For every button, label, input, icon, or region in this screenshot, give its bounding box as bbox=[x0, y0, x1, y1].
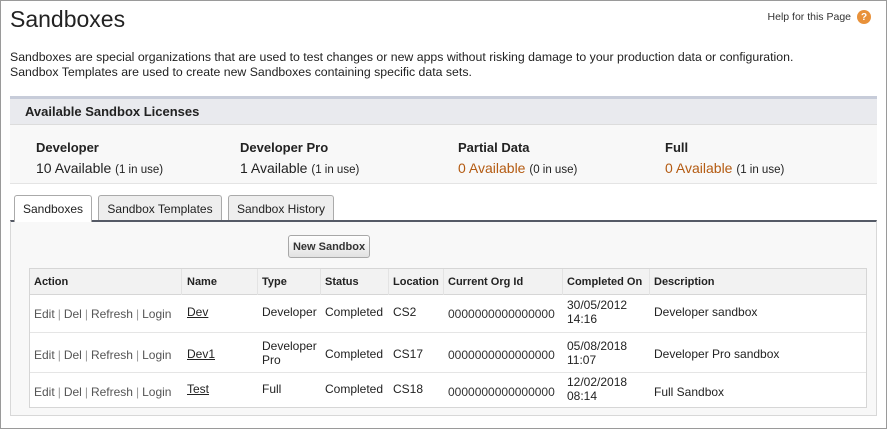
licenses-header: Available Sandbox Licenses bbox=[10, 99, 877, 125]
refresh-link[interactable]: Refresh bbox=[91, 348, 133, 362]
license-available-link[interactable]: 0 Available bbox=[665, 160, 732, 176]
intro-line-2: Sandbox Templates are used to create new… bbox=[10, 65, 472, 79]
column-header-action: Action bbox=[34, 276, 69, 288]
row-actions: Edit | Del | Refresh | Login bbox=[34, 307, 172, 321]
sandbox-location: CS18 bbox=[393, 382, 424, 396]
page-title: Sandboxes bbox=[10, 6, 126, 32]
sandbox-completed-on: 12/02/2018 08:14 bbox=[567, 375, 628, 403]
sandbox-name-link[interactable]: Dev bbox=[187, 305, 208, 319]
sandbox-description: Full Sandbox bbox=[654, 385, 725, 399]
sandbox-status: Completed bbox=[325, 347, 384, 361]
license-name: Partial Data bbox=[458, 140, 530, 155]
tab-sandboxes[interactable]: Sandboxes bbox=[14, 195, 92, 222]
license-available-link[interactable]: 0 Available bbox=[458, 160, 525, 176]
license-available-count: 1 Available bbox=[240, 160, 308, 176]
question-circle-icon[interactable]: ? bbox=[857, 10, 871, 24]
column-header-description: Description bbox=[654, 276, 715, 288]
sandbox-description: Developer Pro sandbox bbox=[654, 347, 780, 361]
table-header: Action Name Type Status Location Current… bbox=[30, 269, 866, 295]
login-link[interactable]: Login bbox=[142, 348, 171, 362]
sandbox-status: Completed bbox=[325, 305, 384, 319]
delete-link[interactable]: Del bbox=[64, 348, 82, 362]
license-availability: 0 Available (0 in use) bbox=[458, 160, 577, 176]
license-name: Developer Pro bbox=[240, 140, 329, 155]
new-sandbox-button[interactable]: New Sandbox bbox=[288, 235, 370, 258]
column-header-org-id: Current Org Id bbox=[448, 276, 524, 288]
sandbox-completed-on: 05/08/2018 11:07 bbox=[567, 339, 628, 367]
delete-link[interactable]: Del bbox=[64, 307, 82, 321]
license-name: Developer bbox=[36, 140, 99, 155]
sandbox-description: Developer sandbox bbox=[654, 305, 758, 319]
column-header-name: Name bbox=[187, 276, 217, 288]
license-name: Full bbox=[665, 140, 689, 155]
sandbox-licenses-panel: Available Sandbox Licenses Developer 10 … bbox=[10, 96, 877, 184]
sandbox-name-link[interactable]: Dev1 bbox=[187, 347, 215, 361]
license-availability: 10 Available (1 in use) bbox=[36, 160, 163, 176]
edit-link[interactable]: Edit bbox=[34, 307, 55, 321]
sandboxes-table: Action Name Type Status Location Current… bbox=[29, 268, 867, 408]
row-actions: Edit | Del | Refresh | Login bbox=[34, 385, 172, 399]
refresh-link[interactable]: Refresh bbox=[91, 307, 133, 321]
edit-link[interactable]: Edit bbox=[34, 385, 55, 399]
license-in-use: (1 in use) bbox=[115, 164, 164, 176]
row-actions: Edit | Del | Refresh | Login bbox=[34, 348, 172, 362]
sandbox-org-id: 0000000000000000 bbox=[448, 348, 555, 362]
sandboxes-tab-panel: New Sandbox Action Name Type Status Loca… bbox=[10, 220, 877, 416]
license-in-use: (1 in use) bbox=[311, 164, 360, 176]
delete-link[interactable]: Del bbox=[64, 385, 82, 399]
license-developer: Developer 10 Available (1 in use) bbox=[36, 140, 163, 176]
page-description: Sandboxes are special organizations that… bbox=[10, 50, 870, 80]
license-in-use: (0 in use) bbox=[529, 164, 578, 176]
help-label[interactable]: Help for this Page bbox=[768, 11, 851, 23]
license-developer-pro: Developer Pro 1 Available (1 in use) bbox=[240, 140, 359, 176]
sandbox-location: CS2 bbox=[393, 305, 417, 319]
column-header-status: Status bbox=[325, 276, 359, 288]
column-header-completed-on: Completed On bbox=[567, 276, 643, 288]
sandbox-org-id: 0000000000000000 bbox=[448, 385, 555, 399]
license-available-count: 10 Available bbox=[36, 160, 112, 176]
tab-sandbox-templates[interactable]: Sandbox Templates bbox=[98, 195, 222, 221]
table-row: Edit | Del | Refresh | Login Test Full Complet… bbox=[30, 373, 866, 408]
tab-sandbox-history[interactable]: Sandbox History bbox=[228, 195, 334, 221]
sandbox-location: CS17 bbox=[393, 347, 424, 361]
table-row: Edit | Del | Refresh | Login Dev1 Developer Pro… bbox=[30, 333, 866, 373]
sandbox-type: Developer bbox=[262, 305, 317, 319]
sandbox-type: Developer Pro bbox=[262, 339, 317, 367]
license-partial-data: Partial Data 0 Available (0 in use) bbox=[458, 140, 577, 176]
license-availability: 1 Available (1 in use) bbox=[240, 160, 359, 176]
sandbox-status: Completed bbox=[325, 382, 384, 396]
help-link[interactable]: Help for this Page ? bbox=[768, 10, 871, 24]
license-in-use: (1 in use) bbox=[736, 164, 785, 176]
login-link[interactable]: Login bbox=[142, 307, 171, 321]
column-header-type: Type bbox=[262, 276, 287, 288]
intro-line-1: Sandboxes are special organizations that… bbox=[10, 50, 794, 64]
login-link[interactable]: Login bbox=[142, 385, 171, 399]
license-full: Full 0 Available (1 in use) bbox=[665, 140, 784, 176]
license-availability: 0 Available (1 in use) bbox=[665, 160, 784, 176]
sandbox-name-link[interactable]: Test bbox=[187, 382, 209, 396]
edit-link[interactable]: Edit bbox=[34, 348, 55, 362]
sandbox-org-id: 0000000000000000 bbox=[448, 307, 555, 321]
table-row: Edit | Del | Refresh | Login Dev Developer Com… bbox=[30, 295, 866, 333]
sandbox-completed-on: 30/05/2012 14:16 bbox=[567, 298, 628, 326]
refresh-link[interactable]: Refresh bbox=[91, 385, 133, 399]
sandbox-type: Full bbox=[262, 382, 282, 396]
column-header-location: Location bbox=[393, 276, 439, 288]
